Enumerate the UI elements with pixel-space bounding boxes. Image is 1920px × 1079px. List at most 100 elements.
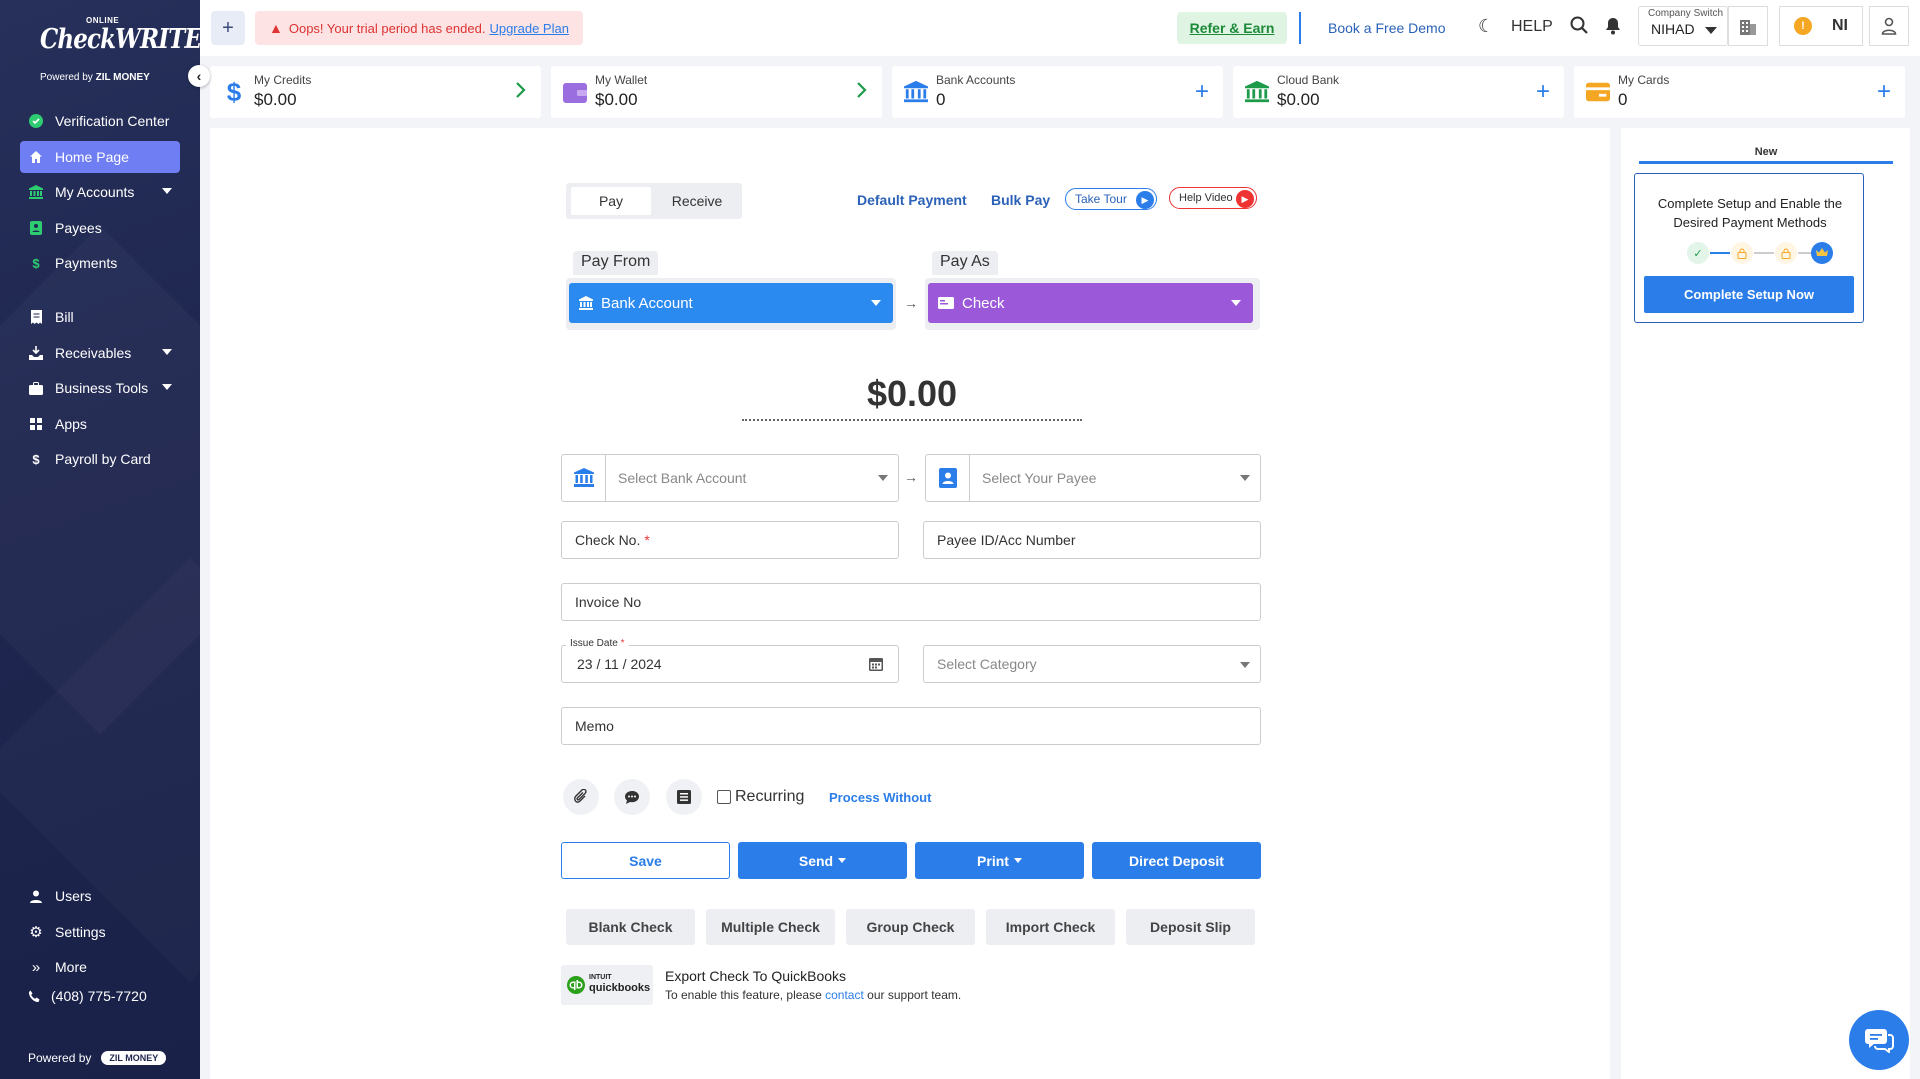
amount-input[interactable]: $0.00 bbox=[742, 373, 1082, 415]
support-phone[interactable]: (408) 775-7720 bbox=[28, 988, 147, 1004]
blank-check-button[interactable]: Blank Check bbox=[566, 909, 695, 945]
sidebar-item-more[interactable]: » More bbox=[20, 951, 180, 983]
invoice-no-field[interactable]: Invoice No bbox=[561, 583, 1261, 621]
stat-value: $0.00 bbox=[1277, 90, 1320, 109]
memo-field[interactable]: Memo bbox=[561, 707, 1261, 745]
sidebar-item-bill[interactable]: Bill bbox=[20, 301, 180, 333]
chevron-down-icon bbox=[878, 475, 888, 481]
sidebar-item-home-page[interactable]: Home Page bbox=[20, 140, 180, 173]
user-icon bbox=[28, 888, 44, 904]
sidebar-item-apps[interactable]: Apps bbox=[20, 408, 180, 440]
bell-icon bbox=[1606, 18, 1620, 35]
phone-icon bbox=[28, 990, 41, 1003]
plus-icon[interactable]: + bbox=[1877, 78, 1891, 106]
search-button[interactable] bbox=[1570, 16, 1590, 36]
upgrade-plan-link[interactable]: Upgrade Plan bbox=[489, 21, 569, 36]
select-bank-account[interactable]: Select Bank Account bbox=[561, 454, 899, 502]
sidebar-item-payments[interactable]: $ Payments bbox=[20, 247, 180, 279]
chevron-down-icon bbox=[162, 188, 172, 194]
import-check-button[interactable]: Import Check bbox=[986, 909, 1115, 945]
refer-earn-button[interactable]: Refer & Earn bbox=[1177, 12, 1287, 44]
chat-button[interactable] bbox=[1849, 1010, 1909, 1070]
pay-as-dropdown[interactable]: Check bbox=[928, 283, 1253, 323]
sidebar-footer: Powered by ZIL MONEY bbox=[28, 1051, 167, 1065]
plus-icon[interactable]: + bbox=[1536, 78, 1550, 106]
arrow-right-icon: → bbox=[904, 295, 918, 311]
stat-cloud-bank[interactable]: Cloud Bank $0.00 + bbox=[1233, 66, 1564, 118]
sidebar-item-business-tools[interactable]: Business Tools bbox=[20, 372, 180, 404]
default-payment-link[interactable]: Default Payment bbox=[857, 192, 967, 208]
print-button[interactable]: Print bbox=[915, 842, 1084, 879]
help-video-label: Help Video bbox=[1179, 192, 1233, 204]
checkwriter-logo[interactable]: ONLINE CheckWRITER Powered by ZIL MONEY bbox=[38, 14, 200, 84]
sidebar-item-label: More bbox=[55, 959, 87, 975]
deposit-slip-button[interactable]: Deposit Slip bbox=[1126, 909, 1255, 945]
stat-my-wallet[interactable]: My Wallet $0.00 bbox=[551, 66, 882, 118]
top-bar: + ▲ Oops! Your trial period has ended. U… bbox=[200, 0, 1920, 56]
check-no-field[interactable]: Check No. * bbox=[561, 521, 899, 559]
chevron-right-icon[interactable] bbox=[856, 78, 868, 106]
complete-setup-button[interactable]: Complete Setup Now bbox=[1644, 276, 1854, 313]
trial-alert: ▲ Oops! Your trial period has ended. Upg… bbox=[255, 11, 583, 45]
category-select[interactable]: Select Category bbox=[923, 645, 1261, 683]
payee-id-field[interactable]: Payee ID/Acc Number bbox=[923, 521, 1261, 559]
details-button[interactable] bbox=[666, 779, 702, 815]
briefcase-icon bbox=[28, 380, 44, 396]
sidebar-collapse-button[interactable]: ‹ bbox=[188, 65, 210, 87]
sidebar-item-receivables[interactable]: Receivables bbox=[20, 337, 180, 369]
issue-date-label-text: Issue Date bbox=[570, 638, 618, 649]
quick-add-button[interactable]: + bbox=[211, 11, 245, 45]
stat-my-cards[interactable]: My Cards 0 + bbox=[1574, 66, 1905, 118]
sidebar-item-settings[interactable]: ⚙ Settings bbox=[20, 916, 180, 948]
sidebar-item-label: Home Page bbox=[55, 148, 129, 165]
tab-pay[interactable]: Pay bbox=[571, 187, 651, 215]
save-button[interactable]: Save bbox=[561, 842, 730, 879]
select-payee[interactable]: Select Your Payee bbox=[925, 454, 1261, 502]
direct-deposit-button[interactable]: Direct Deposit bbox=[1092, 842, 1261, 879]
pay-as-label: Pay As bbox=[932, 251, 998, 275]
sidebar-item-users[interactable]: Users bbox=[20, 880, 180, 912]
bulk-pay-link[interactable]: Bulk Pay bbox=[991, 192, 1050, 208]
stat-label: Cloud Bank bbox=[1277, 73, 1340, 87]
book-demo-link[interactable]: Book a Free Demo bbox=[1328, 20, 1446, 36]
sidebar-item-my-accounts[interactable]: My Accounts bbox=[20, 176, 180, 208]
comment-button[interactable] bbox=[614, 779, 650, 815]
attach-button[interactable] bbox=[563, 779, 599, 815]
pay-from-dropdown[interactable]: Bank Account bbox=[569, 283, 893, 323]
recurring-checkbox[interactable] bbox=[717, 790, 731, 804]
stat-my-credits[interactable]: $ My Credits $0.00 bbox=[210, 66, 541, 118]
issue-date-field[interactable]: 23 / 11 / 2024 bbox=[561, 645, 899, 683]
help-button[interactable]: HELP bbox=[1511, 18, 1553, 36]
chevron-right-icon[interactable] bbox=[515, 78, 527, 106]
sidebar-item-label: Payees bbox=[55, 219, 102, 236]
bank-icon bbox=[904, 78, 928, 106]
tab-receive[interactable]: Receive bbox=[656, 187, 738, 215]
company-building-button[interactable] bbox=[1728, 6, 1768, 46]
help-video-button[interactable]: Help Video ▶ bbox=[1169, 187, 1257, 209]
chat-icon bbox=[1865, 1029, 1894, 1053]
sidebar-item-verification-center[interactable]: Verification Center bbox=[20, 105, 180, 137]
user-menu[interactable]: ! NI bbox=[1779, 6, 1863, 46]
dark-mode-toggle[interactable]: ☾ bbox=[1478, 16, 1494, 37]
take-tour-label: Take Tour bbox=[1075, 192, 1127, 206]
tab-new[interactable]: New bbox=[1639, 146, 1893, 158]
calendar-icon[interactable] bbox=[868, 656, 884, 672]
process-without-link[interactable]: Process Without bbox=[829, 790, 931, 805]
sidebar-item-payroll-by-card[interactable]: $ Payroll by Card bbox=[20, 443, 180, 475]
setup-title: Complete Setup and Enable the Desired Pa… bbox=[1657, 196, 1843, 230]
zil-money-badge[interactable]: ZIL MONEY bbox=[101, 1051, 167, 1065]
send-button[interactable]: Send bbox=[738, 842, 907, 879]
notifications-button[interactable] bbox=[1605, 17, 1623, 37]
plus-icon[interactable]: + bbox=[1195, 78, 1209, 106]
group-check-button[interactable]: Group Check bbox=[846, 909, 975, 945]
stat-label: My Wallet bbox=[595, 73, 648, 87]
profile-button[interactable] bbox=[1869, 6, 1909, 46]
contact-link[interactable]: contact bbox=[825, 988, 864, 1002]
multiple-check-button[interactable]: Multiple Check bbox=[706, 909, 835, 945]
company-switch[interactable]: Company Switch NIHAD bbox=[1638, 6, 1728, 46]
stat-bank-accounts[interactable]: Bank Accounts 0 + bbox=[892, 66, 1223, 118]
sidebar-nav-main: Verification Center Home Page My Account… bbox=[20, 105, 180, 283]
required-marker: * bbox=[644, 532, 650, 548]
sidebar-item-payees[interactable]: Payees bbox=[20, 212, 180, 244]
take-tour-button[interactable]: Take Tour ▶ bbox=[1065, 188, 1157, 210]
